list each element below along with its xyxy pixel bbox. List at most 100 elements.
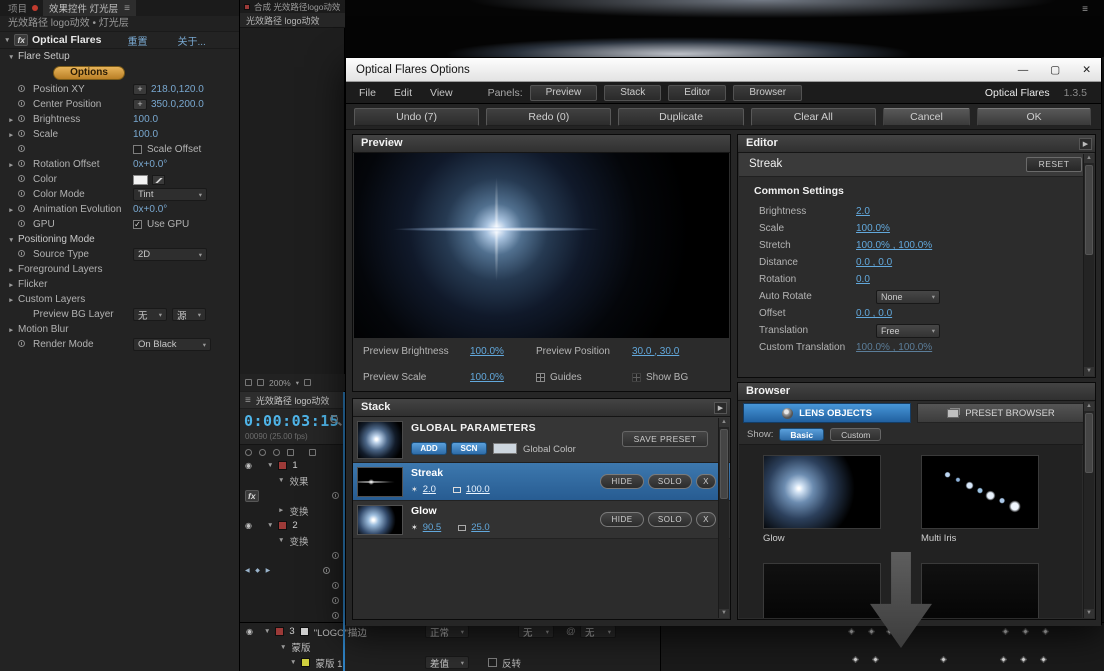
scroll-up-icon[interactable]: ▲ <box>1084 402 1094 411</box>
comp-viewer-subtab[interactable]: 光效路径 logo动效 <box>240 13 345 28</box>
about-link[interactable]: 关于... <box>177 33 205 48</box>
hide-button[interactable]: HIDE <box>600 512 644 527</box>
stopwatch-icon[interactable] <box>331 492 339 499</box>
current-timecode[interactable]: 0:00:03:15 <box>244 412 339 430</box>
twirl-down-icon[interactable]: ▼ <box>267 462 273 469</box>
scroll-up-icon[interactable]: ▲ <box>719 418 729 427</box>
effect-fx-row[interactable]: fx <box>240 488 345 503</box>
scrollbar-thumb[interactable] <box>720 429 728 499</box>
twirl-right-icon[interactable]: ► <box>8 327 14 334</box>
transform-group-row-2[interactable]: ▼ 变换 <box>240 533 345 548</box>
twirl-down-icon[interactable]: ▼ <box>290 659 296 666</box>
twirl-right-icon[interactable]: ► <box>8 132 14 139</box>
twirl-right-icon[interactable]: ► <box>8 162 14 169</box>
param-value[interactable]: 100.0% , 100.0% <box>856 240 932 251</box>
mask-group-row[interactable]: ▼ 蒙版 <box>240 640 1104 654</box>
flicker-group[interactable]: ► Flicker <box>0 277 239 292</box>
maximize-button[interactable]: ▢ <box>1050 64 1060 76</box>
custom-filter-button[interactable]: Custom <box>830 428 882 441</box>
add-button[interactable]: ADD <box>411 442 447 455</box>
mask-mode-dropdown[interactable]: 差值 ▾ <box>425 656 469 670</box>
effects-group-row[interactable]: ▼ 效果 <box>240 473 345 488</box>
positioning-mode-group[interactable]: ▼ Positioning Mode <box>0 232 239 247</box>
point-picker-button[interactable]: + <box>133 84 147 95</box>
twirl-down-icon[interactable]: ▼ <box>280 644 286 651</box>
stopwatch-icon[interactable] <box>18 220 25 227</box>
magnifier-icon[interactable] <box>330 415 338 423</box>
layer-row-3[interactable]: ◉ ▼ 3 "LOGO"描边 正常 ▾ 无 ▾ @ 无 ▾ <box>240 624 1104 639</box>
twirl-right-icon[interactable]: ► <box>8 282 14 289</box>
grid-guides-icon[interactable] <box>304 379 312 386</box>
twirl-down-icon[interactable]: ▼ <box>8 54 14 61</box>
motion-blur-group[interactable]: ► Motion Blur <box>0 322 239 337</box>
panel-button-browser[interactable]: Browser <box>733 84 803 101</box>
delete-layer-button[interactable]: X <box>696 474 716 489</box>
ok-button[interactable]: OK <box>977 107 1092 126</box>
stopwatch-icon[interactable] <box>332 582 339 589</box>
preview-brightness-value[interactable]: 100.0% <box>470 346 504 357</box>
stopwatch-icon[interactable] <box>332 552 339 559</box>
twirl-down-icon[interactable]: ▼ <box>278 477 284 484</box>
layer-label-chip[interactable] <box>278 521 288 530</box>
delete-layer-button[interactable]: X <box>696 512 716 527</box>
track-matte-dropdown[interactable]: 无 ▾ <box>518 625 554 639</box>
stopwatch-icon[interactable] <box>18 340 25 347</box>
layer-row-1[interactable]: ◉ ▼ 1 <box>240 458 345 473</box>
snapshot-icon[interactable] <box>245 379 252 386</box>
layer-scale-value[interactable]: 25.0 <box>471 522 490 533</box>
options-button[interactable]: Options <box>53 66 125 80</box>
eye-icon[interactable]: ◉ <box>245 461 252 470</box>
property-row[interactable] <box>240 548 345 563</box>
channel-icon[interactable] <box>257 379 264 386</box>
twirl-right-icon[interactable]: ► <box>8 267 14 274</box>
point-picker-button[interactable]: + <box>133 99 147 110</box>
layer-label-chip[interactable] <box>278 461 288 470</box>
mask-name[interactable]: 蒙版 1 <box>315 656 342 670</box>
guides-label[interactable]: Guides <box>550 372 582 383</box>
twirl-down-icon[interactable]: ▼ <box>267 522 273 529</box>
stopwatch-icon[interactable] <box>18 250 25 257</box>
stopwatch-icon[interactable] <box>18 175 25 182</box>
eye-icon[interactable]: ◉ <box>245 521 252 530</box>
timeline-tab[interactable]: ≡ 光效路径 logo动效 <box>240 392 345 408</box>
tab-project[interactable]: 项目 <box>8 1 27 15</box>
parent-dropdown[interactable]: 无 ▾ <box>580 625 616 639</box>
redo-button[interactable]: Redo (0) <box>486 107 612 126</box>
panel-expand-icon[interactable]: ▶ <box>714 402 727 414</box>
stopwatch-icon[interactable] <box>323 567 331 574</box>
twirl-down-icon[interactable]: ▼ <box>4 37 10 44</box>
layer-scale-value[interactable]: 100.0 <box>466 484 490 495</box>
scroll-down-icon[interactable]: ▼ <box>1084 367 1094 376</box>
twirl-right-icon[interactable]: ► <box>8 117 14 124</box>
blend-mode-dropdown[interactable]: 正常 ▾ <box>425 625 469 639</box>
stack-scrollbar[interactable]: ▲ ▼ <box>718 418 729 618</box>
flare-setup-group[interactable]: ▼ Flare Setup <box>0 49 239 64</box>
global-color-swatch[interactable] <box>493 443 517 454</box>
property-row[interactable] <box>240 608 345 623</box>
browser-item-multi-iris[interactable]: Multi Iris <box>921 455 1039 544</box>
stopwatch-icon[interactable] <box>18 160 25 167</box>
translation-dropdown[interactable]: Free ▾ <box>876 323 940 338</box>
panel-menu-icon[interactable]: ≡ <box>245 395 251 406</box>
reset-link[interactable]: 重置 <box>127 33 147 48</box>
reset-button[interactable]: RESET <box>1026 157 1082 172</box>
param-value[interactable]: 218.0,120.0 <box>151 84 204 95</box>
scroll-down-icon[interactable]: ▼ <box>1084 609 1094 618</box>
scrollbar-thumb[interactable] <box>1085 165 1093 255</box>
solo-button[interactable]: SOLO <box>648 474 692 489</box>
panel-button-stack[interactable]: Stack <box>604 84 662 101</box>
comp-viewer-tab[interactable]: 合成 光效路径logo动效 ≡ <box>240 0 345 13</box>
browser-scrollbar[interactable]: ▲ ▼ <box>1083 402 1094 618</box>
param-value[interactable]: 0x+0.0° <box>133 204 167 215</box>
hide-button[interactable]: HIDE <box>600 474 644 489</box>
preview-scale-value[interactable]: 100.0% <box>470 372 504 383</box>
stack-panel-header[interactable]: Stack ▶ <box>353 399 730 417</box>
panel-button-preview[interactable]: Preview <box>529 84 598 101</box>
twirl-down-icon[interactable]: ▼ <box>278 537 284 544</box>
preview-bg-layer-dropdown[interactable]: 无 ▾ <box>133 308 167 322</box>
flare-preview-viewport[interactable] <box>354 153 729 339</box>
stopwatch-icon[interactable] <box>18 205 25 212</box>
param-value[interactable]: 100.0 <box>133 114 158 125</box>
stopwatch-icon[interactable] <box>18 130 25 137</box>
layer-row-2[interactable]: ◉ ▼ 2 <box>240 518 345 533</box>
